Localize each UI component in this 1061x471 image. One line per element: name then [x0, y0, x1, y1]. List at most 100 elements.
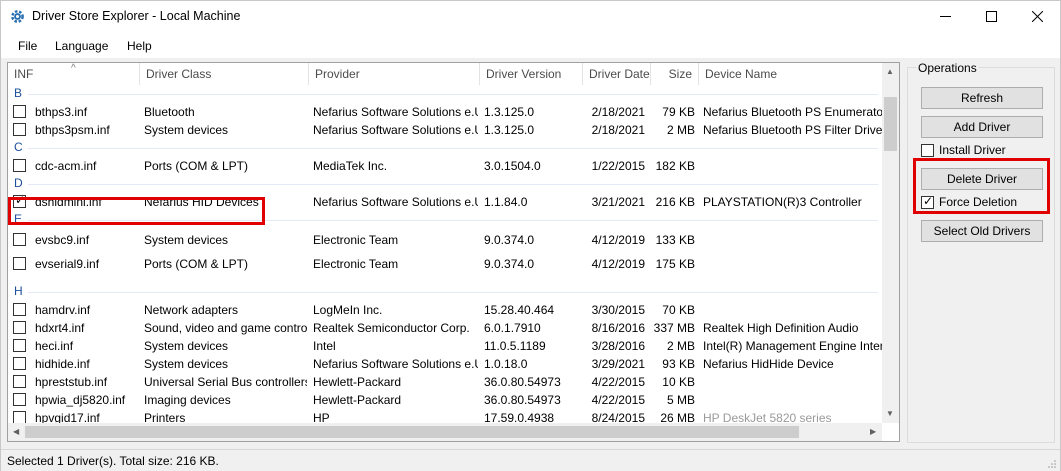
row-checkbox[interactable]	[13, 375, 26, 388]
menu-file[interactable]: File	[18, 39, 37, 53]
driver-list[interactable]: INF ^ Driver Class Provider Driver Versi…	[7, 62, 900, 442]
row-checkbox[interactable]	[13, 339, 26, 352]
table-row[interactable]: hamdrv.inf Network adapters LogMeIn Inc. 15…	[8, 301, 882, 319]
delete-driver-button[interactable]: Delete Driver	[921, 168, 1043, 190]
operations-label: Operations	[916, 61, 979, 75]
scroll-left-icon[interactable]: ◀	[13, 427, 19, 436]
row-checkbox[interactable]	[13, 257, 26, 270]
row-checkbox[interactable]	[13, 357, 26, 370]
cell-device-name	[703, 157, 882, 175]
column-header-device-name[interactable]: Device Name	[699, 63, 882, 85]
group-divider	[28, 292, 878, 293]
cell-size: 93 KB	[662, 357, 695, 371]
cell-inf: hamdrv.inf	[35, 303, 91, 317]
column-header-driver-date[interactable]: Driver Date	[583, 63, 651, 85]
cell-driver-version: 36.0.80.54973	[484, 393, 561, 407]
table-row[interactable]: bthps3.inf Bluetooth Nefarius Software Sol…	[8, 103, 882, 121]
table-row[interactable]: hpreststub.inf Universal Serial Bus contr…	[8, 373, 882, 391]
install-driver-checkbox[interactable]	[921, 144, 934, 157]
horizontal-scroll-thumb[interactable]	[25, 426, 799, 438]
group-header: H	[8, 283, 882, 301]
table-row[interactable]: hpvgid17.inf Printers HP 17.59.0.4938 8/24/2…	[8, 409, 882, 423]
cell-driver-date: 1/22/2015	[591, 159, 645, 173]
cell-driver-class: System devices	[144, 357, 229, 371]
close-button[interactable]	[1014, 1, 1060, 32]
row-checkbox[interactable]	[13, 159, 26, 172]
cell-driver-class: Imaging devices	[144, 393, 231, 407]
title-bar: Driver Store Explorer - Local Machine	[1, 1, 1060, 32]
cell-size: 2 MB	[666, 339, 695, 353]
group-divider	[28, 148, 878, 149]
maximize-icon	[985, 11, 997, 22]
table-row[interactable]: evsbc9.inf System devices Electronic Team 9…	[8, 231, 882, 249]
cell-driver-version: 1.0.18.0	[484, 357, 528, 371]
maximize-button[interactable]	[968, 1, 1014, 32]
cell-device-name	[703, 301, 882, 319]
install-driver-label: Install Driver	[939, 143, 1006, 157]
scroll-up-icon[interactable]: ▲	[886, 67, 894, 76]
scroll-right-icon[interactable]: ▶	[870, 427, 876, 436]
row-checkbox[interactable]	[13, 393, 26, 406]
menu-language[interactable]: Language	[55, 39, 108, 53]
table-row[interactable]: hpwia_dj5820.inf Imaging devices Hewlett-P…	[8, 391, 882, 409]
cell-provider: LogMeIn Inc.	[313, 303, 383, 317]
cell-inf: cdc-acm.inf	[35, 159, 97, 173]
table-row[interactable]: heci.inf System devices Intel 11.0.5.1189 3/…	[8, 337, 882, 355]
row-checkbox[interactable]	[13, 123, 26, 136]
column-header-driver-version[interactable]: Driver Version	[480, 63, 583, 85]
cell-driver-date: 3/30/2015	[591, 303, 645, 317]
cell-driver-class: Ports (COM & LPT)	[144, 257, 249, 271]
table-row[interactable]: hdxrt4.inf Sound, video and game controll…	[8, 319, 882, 337]
table-row[interactable]: cdc-acm.inf Ports (COM & LPT) MediaTek Inc…	[8, 157, 882, 175]
vertical-scrollbar[interactable]: ▲ ▼	[882, 63, 899, 423]
cell-provider: Realtek Semiconductor Corp.	[313, 321, 470, 335]
vertical-scroll-thumb[interactable]	[884, 97, 897, 151]
column-header-driver-class[interactable]: Driver Class	[140, 63, 309, 85]
scroll-down-icon[interactable]: ▼	[886, 409, 894, 418]
group-header: C	[8, 139, 882, 157]
table-row[interactable]: evserial9.inf Ports (COM & LPT) Electronic…	[8, 255, 882, 273]
selected-row-highlight	[8, 197, 265, 225]
cell-provider: MediaTek Inc.	[313, 159, 388, 173]
horizontal-scrollbar[interactable]: ◀ ▶	[8, 423, 882, 441]
cell-provider: Nefarius Software Solutions e.U.	[313, 195, 478, 209]
group-divider	[28, 94, 878, 95]
select-old-drivers-button[interactable]: Select Old Drivers	[921, 220, 1043, 242]
cell-driver-class: Universal Serial Bus controllers	[144, 375, 307, 389]
row-checkbox[interactable]	[13, 303, 26, 316]
cell-inf: bthps3psm.inf	[35, 123, 110, 137]
refresh-button[interactable]: Refresh	[921, 87, 1043, 109]
cell-driver-version: 11.0.5.1189	[484, 339, 546, 353]
group-letter: D	[14, 176, 23, 190]
menu-help[interactable]: Help	[127, 39, 152, 53]
cell-inf: hdxrt4.inf	[35, 321, 85, 335]
cell-size: 79 KB	[662, 105, 695, 119]
table-row[interactable]: hidhide.inf System devices Nefarius Softwa…	[8, 355, 882, 373]
cell-provider: HP	[313, 411, 330, 423]
app-window: Driver Store Explorer - Local Machine Fi…	[0, 0, 1061, 471]
add-driver-button[interactable]: Add Driver	[921, 116, 1043, 138]
cell-inf: heci.inf	[35, 339, 74, 353]
list-header: INF ^ Driver Class Provider Driver Versi…	[8, 63, 882, 85]
force-deletion-checkbox[interactable]	[921, 194, 934, 209]
table-row[interactable]: bthps3psm.inf System devices Nefarius Soft…	[8, 121, 882, 139]
cell-size: 26 MB	[660, 411, 695, 423]
column-header-provider[interactable]: Provider	[309, 63, 480, 85]
cell-driver-class: Ports (COM & LPT)	[144, 159, 249, 173]
column-header-inf-label: INF	[14, 67, 34, 81]
row-checkbox[interactable]	[13, 321, 26, 334]
group-header: B	[8, 85, 882, 103]
cell-provider: Nefarius Software Solutions e.U.	[313, 105, 478, 119]
cell-driver-date: 2/18/2021	[591, 123, 645, 137]
cell-provider: Hewlett-Packard	[313, 375, 402, 389]
cell-driver-version: 9.0.374.0	[484, 233, 535, 247]
row-checkbox[interactable]	[13, 105, 26, 118]
row-checkbox[interactable]	[13, 411, 26, 423]
row-checkbox[interactable]	[13, 233, 26, 246]
minimize-icon	[939, 16, 951, 17]
cell-driver-version: 9.0.374.0	[484, 257, 535, 271]
minimize-button[interactable]	[922, 1, 968, 32]
resize-grip-icon[interactable]	[1047, 459, 1057, 469]
column-header-inf[interactable]: INF ^	[8, 63, 140, 85]
column-header-size[interactable]: Size	[651, 63, 699, 85]
